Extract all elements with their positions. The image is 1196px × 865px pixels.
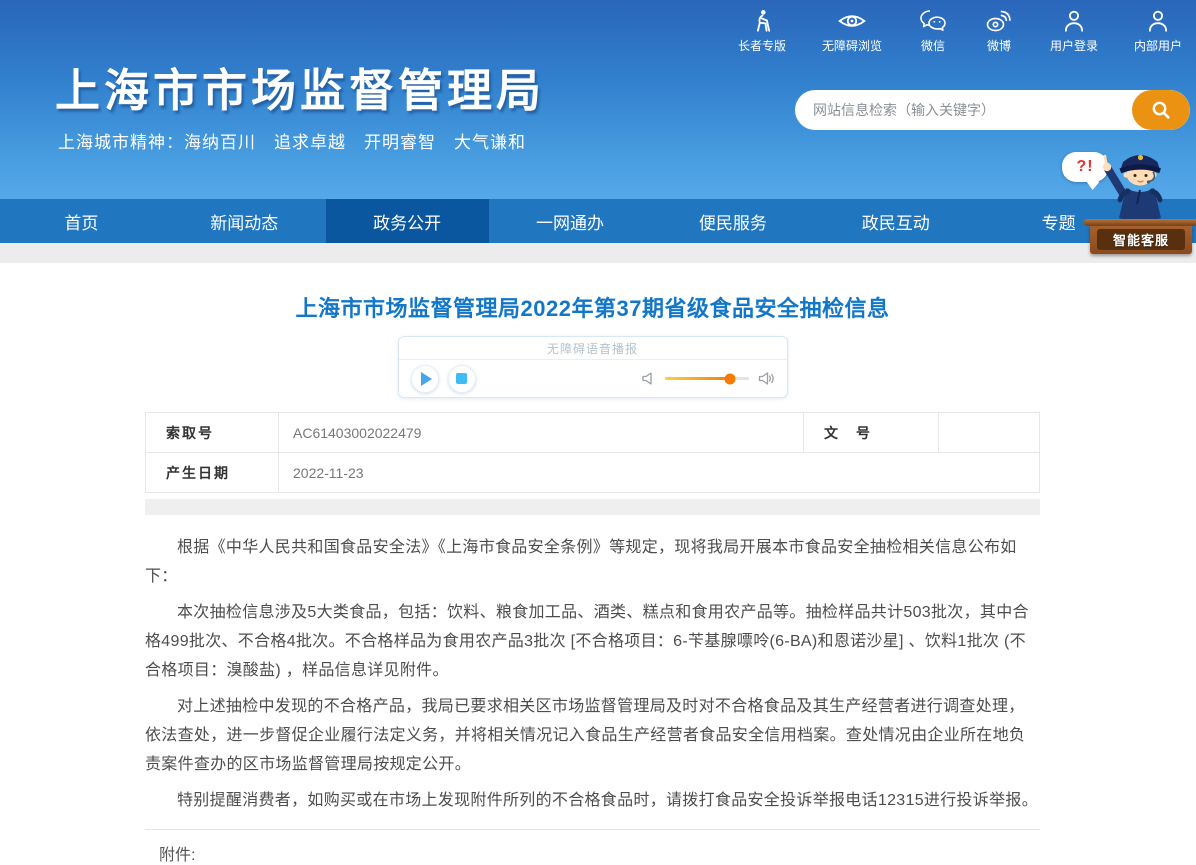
nav-item-interaction[interactable]: 政民互动 [814,199,977,243]
topbar-item-user-login[interactable]: 用户登录 [1050,6,1098,54]
wechat-icon [918,6,948,34]
topbar-item-label: 微博 [987,37,1011,54]
volume-slider[interactable] [665,377,749,380]
mascot-smart-service[interactable]: ?! [1056,142,1192,254]
nav-item-home[interactable]: 首页 [0,199,163,243]
index-number-label: 索取号 [146,413,279,453]
topbar-item-label: 微信 [921,37,945,54]
article-body: 根据《中华人民共和国食品安全法》《上海市食品安全条例》等规定，现将我局开展本市食… [145,533,1040,815]
nav-item-gov-info[interactable]: 政务公开 [326,199,489,243]
index-number-value: AC61403002022479 [279,413,804,453]
nav-item-news[interactable]: 新闻动态 [163,199,326,243]
nav-sub-strip [0,243,1196,263]
city-spirit-slogan: 上海城市精神：海纳百川 追求卓越 开明睿智 大气谦和 [58,128,526,153]
volume-low-icon [641,371,656,386]
paragraph: 根据《中华人民共和国食品安全法》《上海市食品安全条例》等规定，现将我局开展本市食… [145,533,1040,591]
topbar-item-internal-user[interactable]: 内部用户 [1134,6,1182,54]
elderly-icon [749,6,775,34]
stop-icon [456,373,467,384]
volume-control [641,371,775,386]
search-icon [1149,98,1173,122]
doc-number-label: 文 号 [804,413,939,453]
topbar-item-label: 用户登录 [1050,37,1098,54]
topbar: 长者专版 无障碍浏览 [738,6,1182,54]
volume-handle[interactable] [725,373,736,384]
audio-player-controls [399,360,787,397]
main-nav: 首页 新闻动态 政务公开 一网通办 便民服务 政民互动 专题 [0,199,1196,243]
volume-high-icon [758,371,775,386]
accessibility-eye-icon [837,6,867,34]
internal-user-icon [1145,6,1171,34]
separator-band [145,499,1040,515]
document-meta-table: 索取号 AC61403002022479 文 号 产生日期 2022-11-23 [145,412,1040,493]
audio-player: 无障碍语音播报 [398,336,788,398]
doc-number-value [939,413,1040,453]
site-header: 长者专版 无障碍浏览 [0,0,1196,199]
site-search [795,90,1190,130]
site-title: 上海市市场监督管理局 [55,54,545,119]
page-title: 上海市市场监督管理局2022年第37期省级食品安全抽检信息 [145,291,1040,323]
topbar-item-label: 长者专版 [738,37,786,54]
nav-item-services[interactable]: 便民服务 [651,199,814,243]
mascot-podium-label: 智能客服 [1097,229,1185,250]
topbar-item-accessibility[interactable]: 无障碍浏览 [822,6,882,54]
attachment-divider [145,829,1040,830]
paragraph: 对上述抽检中发现的不合格产品，我局已要求相关区市场监督管理局及时对不合格食品及其… [145,692,1040,779]
table-row: 索取号 AC61403002022479 文 号 [146,413,1040,453]
topbar-item-label: 无障碍浏览 [822,37,882,54]
table-row: 产生日期 2022-11-23 [146,453,1040,493]
play-button[interactable] [411,365,439,393]
topbar-item-elderly[interactable]: 长者专版 [738,6,786,54]
user-login-icon [1061,6,1087,34]
topbar-item-label: 内部用户 [1134,37,1182,54]
nav-item-one-stop[interactable]: 一网通办 [489,199,652,243]
stop-button[interactable] [448,365,476,393]
audio-player-title: 无障碍语音播报 [399,337,787,360]
article-content: 上海市市场监督管理局2022年第37期省级食品安全抽检信息 无障碍语音播报 [145,291,1040,865]
topbar-item-weibo[interactable]: 微博 [984,6,1014,54]
paragraph: 特别提醒消费者，如购买或在市场上发现附件所列的不合格食品时，请拨打食品安全投诉举… [145,786,1040,815]
issue-date-value: 2022-11-23 [279,453,1040,493]
search-input[interactable] [795,102,1132,118]
paragraph: 本次抽检信息涉及5大类食品，包括：饮料、粮食加工品、酒类、糕点和食用农产品等。抽… [145,598,1040,685]
page: 长者专版 无障碍浏览 [0,0,1196,861]
volume-fill [665,377,731,380]
search-button[interactable] [1132,90,1190,130]
weibo-icon [984,6,1014,34]
issue-date-label: 产生日期 [146,453,279,493]
attachment-label: 附件: [159,841,1040,865]
play-icon [421,372,432,386]
mascot-podium: 智能客服 [1090,224,1192,254]
topbar-item-wechat[interactable]: 微信 [918,6,948,54]
